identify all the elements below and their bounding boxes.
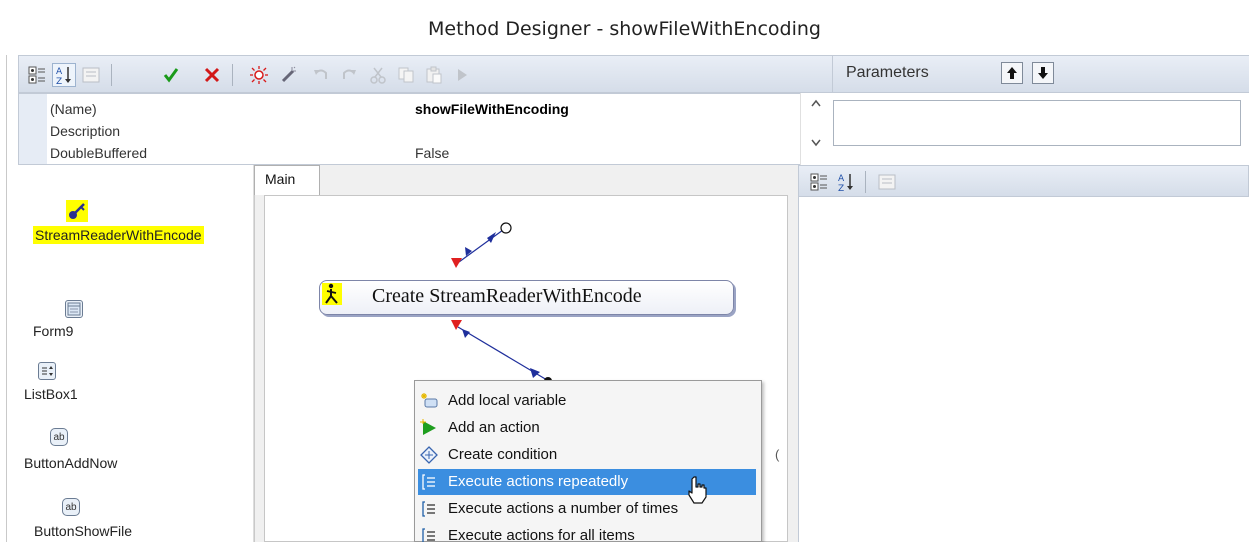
right-property-grid[interactable] <box>798 197 1249 542</box>
menu-item-add-local-variable[interactable]: Add local variable <box>418 388 756 414</box>
sort-alpha-icon[interactable]: AZ <box>834 170 858 194</box>
menu-item-label: Create condition <box>448 446 558 463</box>
menu-item-label: Add an action <box>448 419 540 436</box>
action-node-label: Create StreamReaderWithEncode <box>372 285 642 307</box>
bottom-connector[interactable] <box>451 320 552 385</box>
menu-item-create-condition[interactable]: Create condition <box>418 442 756 468</box>
svg-text:A: A <box>838 174 845 184</box>
walking-man-icon <box>322 283 342 305</box>
canvas-fragment: ( <box>775 447 780 462</box>
variable-icon <box>420 392 438 410</box>
top-connector[interactable] <box>451 222 512 268</box>
loop-icon <box>420 473 438 491</box>
menu-item-label: Add local variable <box>448 392 567 409</box>
menu-item-execute-for-all-items[interactable]: Execute actions for all items <box>418 523 756 542</box>
menu-item-label: Execute actions repeatedly <box>448 473 629 490</box>
menu-item-label: Execute actions a number of times <box>448 500 679 517</box>
action-arrow-icon <box>420 419 438 437</box>
right-property-toolbar: AZ <box>798 165 1249 197</box>
hand-cursor-icon <box>688 476 707 504</box>
menu-item-add-action[interactable]: Add an action <box>418 415 756 441</box>
loop-count-icon <box>420 500 438 518</box>
svg-text:Z: Z <box>838 184 844 192</box>
loop-items-icon <box>420 527 438 542</box>
menu-item-label: Execute actions for all items <box>448 527 635 542</box>
categorized-icon[interactable] <box>807 170 831 194</box>
condition-diamond-icon <box>420 446 438 464</box>
property-pages-icon[interactable] <box>875 170 899 194</box>
